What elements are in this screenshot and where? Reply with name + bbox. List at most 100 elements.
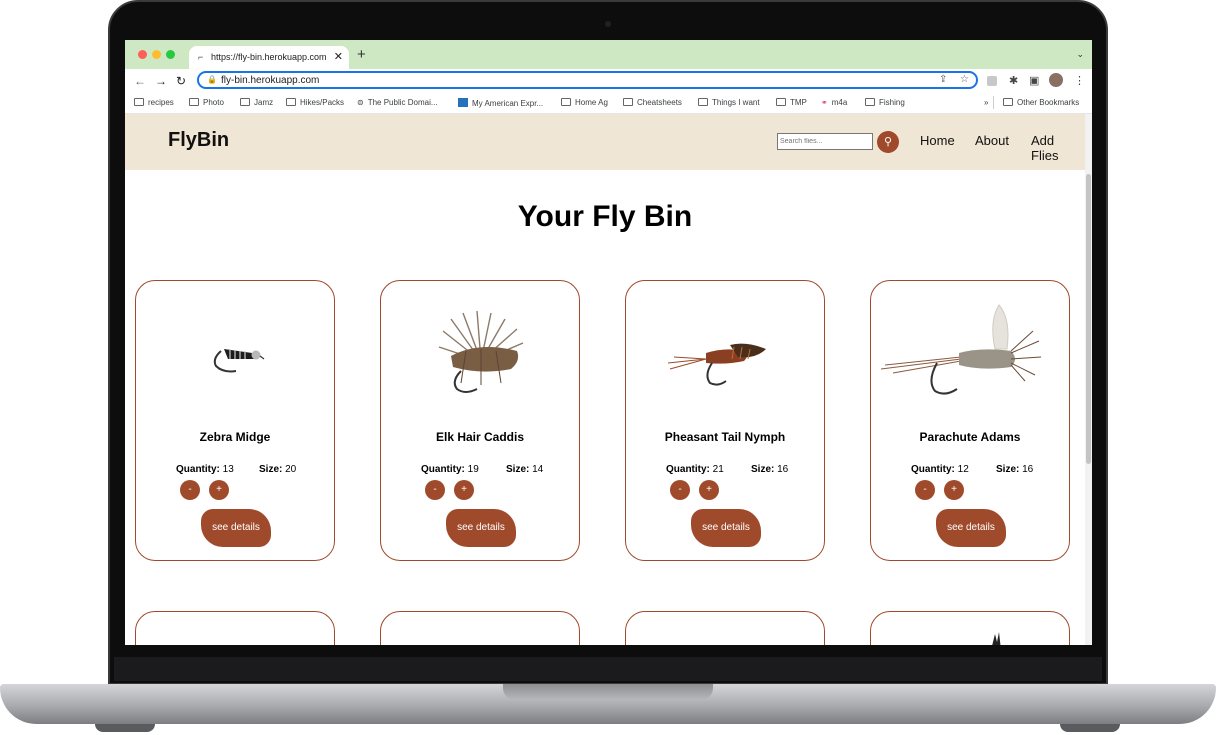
new-tab-button[interactable]: + [357, 46, 366, 63]
bookmark-item[interactable]: Home Ag [561, 98, 608, 107]
increment-button[interactable]: + [209, 480, 229, 500]
browser-toolbar: ← → ↻ 🔒 fly-bin.herokuapp.com ⇪ ☆ ✱ ▣ ⋮ [125, 69, 1092, 93]
bookmark-divider [993, 96, 994, 109]
see-details-button[interactable]: see details [691, 509, 761, 547]
folder-icon [698, 98, 708, 106]
fly-image [667, 343, 766, 386]
forward-icon[interactable]: → [155, 74, 167, 88]
see-details-button[interactable]: see details [446, 509, 516, 547]
increment-button[interactable]: + [454, 480, 474, 500]
fly-quantity: Quantity: 21 [666, 464, 724, 475]
laptop-foot [1060, 724, 1120, 732]
site-logo[interactable]: FlyBin [168, 129, 229, 152]
folder-icon [134, 98, 144, 106]
bookmarks-overflow[interactable]: » [984, 98, 988, 107]
folder-icon [561, 98, 571, 106]
decrement-button[interactable]: - [915, 480, 935, 500]
share-icon[interactable]: ⇪ [939, 74, 947, 85]
other-bookmarks[interactable]: Other Bookmarks [1003, 98, 1079, 107]
bookmark-item[interactable]: Jamz [240, 98, 273, 107]
nav-add-flies[interactable]: Add Flies [1031, 133, 1085, 163]
page-title: Your Fly Bin [517, 200, 693, 233]
bookmark-item[interactable]: ⊜ The Public Domai... [357, 98, 438, 107]
fly-card: Elk Hair Caddis Quantity: 19 Size: 14 - … [380, 280, 580, 561]
increment-button[interactable]: + [699, 480, 719, 500]
back-icon[interactable]: ← [134, 74, 146, 88]
website-viewport: FlyBin ⚲ Home About Add Flies Your Fly B… [125, 114, 1092, 645]
nav-about[interactable]: About [975, 133, 1009, 148]
address-bar[interactable]: 🔒 fly-bin.herokuapp.com ⇪ ☆ [197, 71, 978, 89]
extension-icon[interactable] [987, 76, 997, 86]
fly-size: Size: 14 [506, 464, 544, 475]
folder-icon [1003, 98, 1013, 106]
folder-icon [623, 98, 633, 106]
bookmark-item[interactable]: Fishing [865, 98, 905, 107]
site-header: FlyBin ⚲ Home About Add Flies [125, 114, 1085, 170]
fly-quantity: Quantity: 13 [176, 464, 234, 475]
url-text[interactable]: fly-bin.herokuapp.com [221, 75, 319, 86]
laptop-chin [114, 657, 1102, 681]
fly-image [438, 310, 524, 393]
laptop-foot [95, 724, 155, 732]
fly-name: Pheasant Tail Nymph [664, 430, 786, 444]
scrollbar-thumb[interactable] [1086, 174, 1091, 464]
reload-icon[interactable]: ↻ [176, 74, 186, 88]
fly-image [992, 632, 1001, 645]
search-icon: ⚲ [883, 136, 893, 148]
bookmark-item[interactable]: recipes [134, 98, 174, 107]
fly-card: Parachute Adams Quantity: 12 Size: 16 - … [870, 280, 1070, 561]
nav-home[interactable]: Home [920, 133, 955, 148]
see-details-button[interactable]: see details [936, 509, 1006, 547]
decrement-button[interactable]: - [425, 480, 445, 500]
bookmark-item[interactable]: ⚭ m4a [821, 98, 847, 107]
fly-quantity: Quantity: 12 [911, 464, 969, 475]
close-tab-icon[interactable]: ✕ [334, 50, 343, 63]
fly-card: Zebra Midge Quantity: 13 Size: 20 - + se… [135, 280, 335, 561]
camera [605, 21, 611, 27]
sidebar-icon[interactable]: ▣ [1029, 74, 1039, 87]
extensions-icon[interactable]: ✱ [1009, 74, 1018, 87]
folder-icon [286, 98, 296, 106]
bookmark-item[interactable]: Cheatsheets [623, 98, 682, 107]
decrement-button[interactable]: - [670, 480, 690, 500]
see-details-button[interactable]: see details [201, 509, 271, 547]
fly-card: Pheasant Tail Nymph Quantity: 21 Size: 1… [625, 280, 825, 561]
tab-search-chevron-icon[interactable]: ⌄ [1076, 49, 1084, 60]
folder-icon [240, 98, 250, 106]
fly-name: Elk Hair Caddis [435, 430, 525, 444]
fly-size: Size: 16 [996, 464, 1034, 475]
fly-image [213, 349, 265, 373]
tab-bar: ⌐ https://fly-bin.herokuapp.com ✕ + ⌄ [125, 40, 1092, 69]
decrement-button[interactable]: - [180, 480, 200, 500]
increment-button[interactable]: + [944, 480, 964, 500]
star-icon[interactable]: ☆ [960, 74, 969, 85]
page-scrollbar[interactable] [1085, 114, 1092, 645]
amex-icon [458, 98, 468, 107]
search-input[interactable] [777, 133, 873, 150]
fly-card [625, 611, 825, 645]
screen: ⌐ https://fly-bin.herokuapp.com ✕ + ⌄ ← … [125, 40, 1092, 645]
fly-card [870, 611, 1070, 645]
fly-name: Zebra Midge [199, 430, 271, 444]
close-window-button[interactable] [138, 50, 147, 59]
bookmark-item[interactable]: Things I want [698, 98, 760, 107]
fly-image [880, 304, 1042, 395]
zoom-window-button[interactable] [166, 50, 175, 59]
bookmark-item[interactable]: Photo [189, 98, 224, 107]
browser-tab[interactable]: ⌐ https://fly-bin.herokuapp.com ✕ [189, 46, 349, 69]
bookmark-item[interactable]: My American Expr... [458, 98, 543, 108]
search-button[interactable]: ⚲ [877, 131, 899, 153]
folder-icon [189, 98, 199, 106]
fly-size: Size: 16 [751, 464, 789, 475]
lock-icon: 🔒 [207, 75, 217, 84]
fly-card [135, 611, 335, 645]
bookmark-item[interactable]: TMP [776, 98, 807, 107]
folder-icon [865, 98, 875, 106]
profile-avatar[interactable] [1049, 73, 1063, 87]
minimize-window-button[interactable] [152, 50, 161, 59]
laptop-notch [503, 684, 713, 700]
fly-name: Parachute Adams [919, 430, 1021, 444]
bookmark-item[interactable]: Hikes/Packs [286, 98, 344, 107]
menu-icon[interactable]: ⋮ [1074, 74, 1085, 87]
link-icon: ⚭ [821, 98, 828, 107]
